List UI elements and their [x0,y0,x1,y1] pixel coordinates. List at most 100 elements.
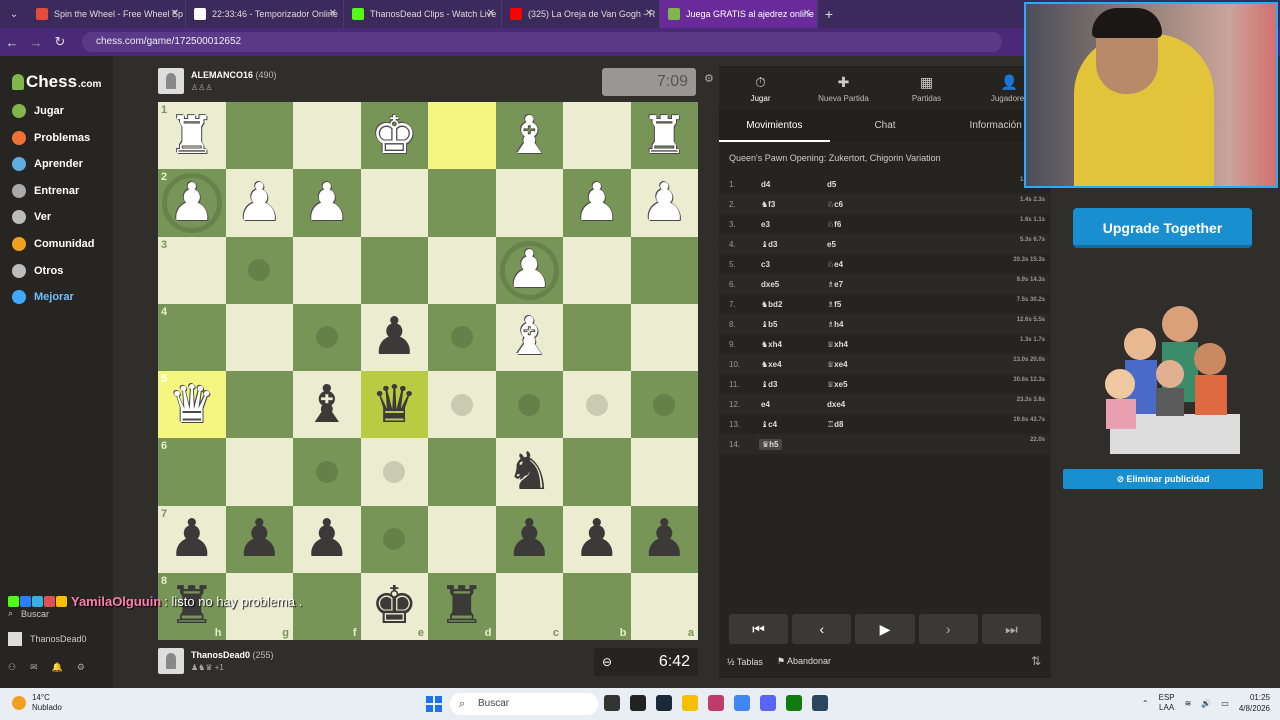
chess-piece[interactable]: ♟ [236,177,283,229]
board-square[interactable] [563,438,631,506]
tab-search-icon[interactable]: ⌄ [0,9,28,20]
black-move[interactable]: d5 [827,180,836,189]
folder-icon[interactable] [682,695,698,711]
board-square[interactable]: a [630,572,698,640]
white-move[interactable]: c3 [761,260,770,269]
move-hint[interactable] [383,460,406,483]
white-move[interactable]: ♝d3 [761,380,778,389]
xbox-icon[interactable] [786,695,802,711]
black-move[interactable]: dxe4 [827,400,845,409]
black-move[interactable]: ♘e4 [827,260,843,269]
black-move[interactable]: ♗h4 [827,320,844,329]
chess-piece[interactable]: ♝ [506,110,553,162]
black-move[interactable]: ♕xh4 [827,340,848,349]
browser-tab[interactable]: ThanosDead Clips - Watch Live ✕ [344,0,502,28]
steam-icon[interactable] [656,695,672,711]
chess-piece[interactable]: ♟ [168,513,215,565]
board-square[interactable] [225,236,293,304]
board-square[interactable]: 4 [158,303,226,371]
board-square[interactable] [428,505,496,573]
board-square[interactable] [360,505,428,573]
white-move[interactable]: d4 [761,180,770,189]
friends-icon[interactable]: ⚇ [8,662,16,673]
board-square[interactable] [225,303,293,371]
reload-icon[interactable]: ↻ [48,34,72,50]
next-move-button[interactable]: › [918,614,978,644]
chess-piece[interactable]: ♛ [371,379,418,431]
black-move[interactable]: e5 [827,240,836,249]
board-square[interactable] [495,169,563,237]
board-square[interactable]: b [563,572,631,640]
board-square[interactable]: ♛ [360,371,428,439]
white-move[interactable]: ♞f3 [761,200,775,209]
chess-piece[interactable]: ♜ [438,580,485,632]
panel-tab[interactable]: ✚ Nueva Partida [802,66,885,110]
board-square[interactable]: 5 ♛ [158,371,226,439]
board-square[interactable]: ♝ [495,102,563,170]
sidebar-item-jugar[interactable]: Jugar [12,102,64,120]
board-square[interactable]: 1 ♜ [158,102,226,170]
white-move[interactable]: ♞bd2 [761,300,782,309]
player-avatar[interactable] [158,648,184,674]
opening-name[interactable]: Queen's Pawn Opening: Zukertort, Chigori… [729,153,941,163]
sidebar-item-mejorar[interactable]: Mejorar [12,288,74,306]
sidebar-item-aprender[interactable]: Aprender [12,155,83,173]
board-square[interactable] [225,371,293,439]
volume-icon[interactable]: 🔊 [1201,699,1211,708]
board-square[interactable]: 7 ♟ [158,505,226,573]
board-square[interactable] [563,371,631,439]
white-move[interactable]: ♝c4 [761,420,777,429]
board-square[interactable] [495,371,563,439]
chess-piece[interactable]: ♝ [303,379,350,431]
board-square[interactable] [563,303,631,371]
white-move[interactable]: ♞xh4 [761,340,782,349]
weather-icon[interactable] [12,696,26,710]
board-square[interactable]: 6 [158,438,226,506]
move-hint[interactable] [315,460,338,483]
chess-piece[interactable]: ♟ [303,177,350,229]
board-square[interactable]: d ♜ [428,572,496,640]
player-name[interactable]: ThanosDead0 [191,650,250,660]
board-square[interactable]: 2 ♟ [158,169,226,237]
white-move[interactable]: ♝d3 [761,240,778,249]
close-icon[interactable]: ✕ [487,8,495,19]
last-move-button[interactable]: ⏭ [981,614,1042,644]
board-square[interactable] [225,102,293,170]
black-move[interactable]: ♘f6 [827,220,841,229]
wifi-icon[interactable]: ≋ [1185,699,1192,708]
white-move[interactable]: ♛h5 [759,439,782,450]
windows-start-icon[interactable] [426,696,442,712]
chess-piece[interactable]: ♟ [236,513,283,565]
close-icon[interactable]: ✕ [171,8,179,19]
new-tab-button[interactable]: + [818,6,840,22]
flip-board-icon[interactable]: ⇅ [1031,654,1041,668]
board-square[interactable] [293,438,361,506]
chess-board[interactable]: 1 ♜ ♚ ♝ ♜ 2 ♟ ♟ ♟ ♟ ♟ 3 ♟ 4 ♟ ♝ 5 ♛ ♝ ♛ 6 ♞ 7 ♟ ♟ ♟ ♟ ♟ ♟ 8 h ♜ g f e ♚ d ♜ c b… [158,102,698,640]
board-square[interactable] [360,438,428,506]
opponent-avatar[interactable] [158,68,184,94]
panel-tab[interactable]: ▦ Partidas [885,66,968,110]
board-square[interactable] [563,102,631,170]
opponent-name[interactable]: ALEMANCO16 [191,70,253,80]
first-move-button[interactable]: ⏮ [729,614,789,644]
prev-move-button[interactable]: ‹ [792,614,852,644]
board-square[interactable]: ♟ [630,505,698,573]
board-square[interactable]: ♝ [293,371,361,439]
lang-indicator[interactable]: ESP LAA [1159,693,1175,713]
board-square[interactable]: 3 [158,236,226,304]
chess-piece[interactable]: ♟ [641,513,688,565]
chevron-up-icon[interactable]: ⌃ [1142,699,1149,708]
chess-piece[interactable]: ♟ [573,177,620,229]
board-square[interactable] [428,236,496,304]
board-square[interactable] [630,303,698,371]
close-icon[interactable]: ✕ [803,8,811,19]
board-square[interactable] [293,303,361,371]
board-square[interactable]: ♟ [630,169,698,237]
discord-icon[interactable] [760,695,776,711]
board-square[interactable]: ♟ [495,236,563,304]
white-move[interactable]: ♝b5 [761,320,778,329]
board-square[interactable]: ♟ [360,303,428,371]
draw-button[interactable]: ½ Tablas [727,657,763,667]
board-square[interactable]: ♟ [563,505,631,573]
board-square[interactable]: ♚ [360,102,428,170]
